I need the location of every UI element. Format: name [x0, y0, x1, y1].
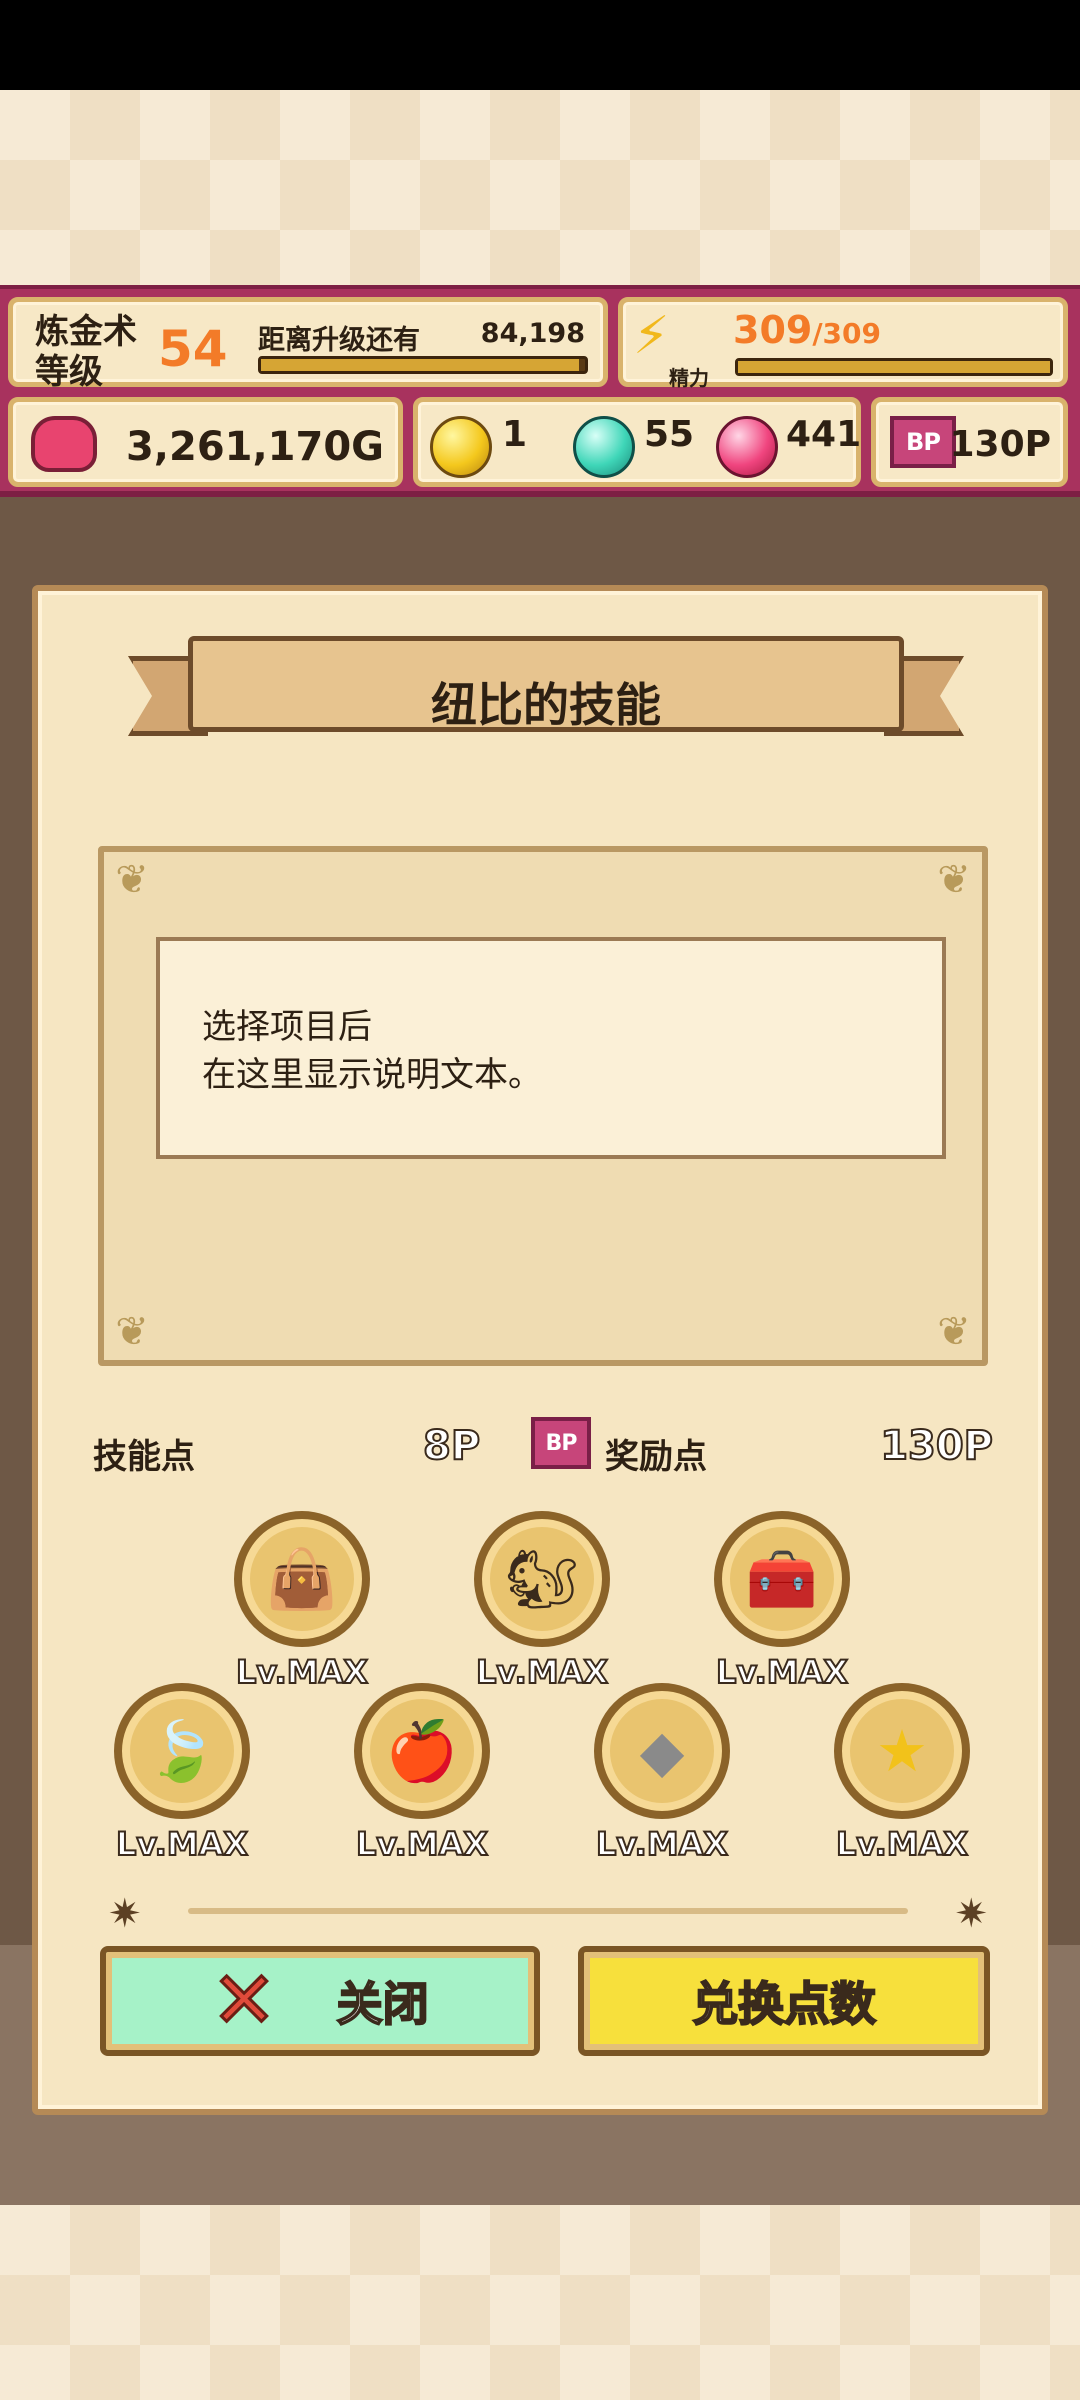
energy-max: /309	[812, 317, 882, 350]
close-icon: ✕	[210, 1955, 278, 2048]
skill-level-label: Lv.MAX	[835, 1824, 969, 1864]
divider-line	[188, 1908, 908, 1914]
points-row: 技能点 8P BP 奖励点 130P	[93, 1411, 994, 1481]
fruit-icon: 🍎	[385, 1717, 459, 1785]
skill-level-label: Lv.MAX	[595, 1824, 729, 1864]
next-level-label: 距离升级还有	[258, 325, 420, 356]
skill-treasure-chest[interactable]: 🧰	[714, 1511, 850, 1647]
exp-progress-fill	[261, 359, 579, 371]
skill-level-label: Lv.MAX	[475, 1652, 609, 1692]
description-frame: ❦ ❦ ❦ ❦ 选择项目后 在这里显示说明文本。	[98, 846, 988, 1366]
sparkle-icon: ✷	[108, 1891, 142, 1937]
yellow-gem-icon	[430, 416, 492, 478]
gems-box[interactable]: 1 55 441	[413, 397, 861, 487]
skill-star[interactable]: ★	[834, 1683, 970, 1819]
bonus-points-value: 130P	[879, 1422, 994, 1470]
alchemy-level-label: 炼金术 等级	[35, 312, 137, 392]
status-bar	[0, 0, 1080, 90]
skill-level-label: Lv.MAX	[115, 1824, 249, 1864]
next-level-value: 84,198	[480, 318, 585, 349]
exp-progress-bar	[258, 356, 588, 374]
close-button-label: 关闭	[336, 1976, 430, 2032]
skill-points-label: 技能点	[93, 1437, 195, 1477]
description-line-2: 在这里显示说明文本。	[202, 1055, 542, 1095]
gold-value: 3,261,170G	[125, 424, 384, 470]
leaf-icon: 🍃	[145, 1717, 219, 1785]
energy-value: 309/309	[733, 308, 882, 352]
leaf-ornament-icon: ❦	[937, 857, 971, 903]
pink-gem-icon	[716, 416, 778, 478]
leaf-ornament-icon: ❦	[115, 1309, 149, 1355]
exchange-button-label: 兑换点数	[691, 1976, 877, 2032]
description-paper: 选择项目后 在这里显示说明文本。	[156, 937, 946, 1159]
cyan-gem-icon	[573, 416, 635, 478]
skill-leaf[interactable]: 🍃	[114, 1683, 250, 1819]
bonus-points-label: 奖励点	[605, 1437, 707, 1477]
top-hud: 炼金术 等级 54 距离升级还有 84,198 ⚡ 精力 309/309 3,2…	[0, 285, 1080, 497]
treasure-chest-icon: 🧰	[745, 1545, 819, 1613]
leaf-ornament-icon: ❦	[115, 857, 149, 903]
background-pattern-top	[0, 90, 1080, 285]
energy-label: 精力	[669, 366, 709, 390]
gold-box[interactable]: 3,261,170G	[8, 397, 403, 487]
alchemy-level-box[interactable]: 炼金术 等级 54 距离升级还有 84,198	[8, 297, 608, 392]
skill-fruit[interactable]: 🍎	[354, 1683, 490, 1819]
energy-progress-bar	[735, 358, 1053, 376]
exchange-points-button[interactable]: 兑换点数	[578, 1946, 990, 2056]
purse-icon	[31, 416, 97, 472]
lightning-icon: ⚡	[633, 306, 670, 366]
panel-title: 纽比的技能	[431, 678, 661, 732]
skill-ore[interactable]: ◆	[594, 1683, 730, 1819]
energy-progress-fill	[738, 361, 1050, 373]
energy-box[interactable]: ⚡ 精力 309/309	[618, 297, 1068, 390]
bp-icon: BP	[531, 1417, 591, 1469]
squirrel-icon: 🐿	[505, 1545, 579, 1613]
pink-gem-count: 441	[786, 414, 862, 455]
skill-level-label: Lv.MAX	[355, 1824, 489, 1864]
skill-points-value: 8P	[422, 1422, 481, 1470]
skill-squirrel[interactable]: 🐿	[474, 1511, 610, 1647]
sparkle-icon: ✷	[954, 1891, 988, 1937]
skill-bag[interactable]: 👜	[234, 1511, 370, 1647]
bp-value: 130P	[949, 424, 1051, 465]
skills-panel: 纽比的技能 ❦ ❦ ❦ ❦ 选择项目后 在这里显示说明文本。 技能点 8P BP…	[32, 585, 1048, 2115]
description-text: 选择项目后 在这里显示说明文本。	[202, 1003, 542, 1099]
ore-icon: ◆	[639, 1717, 685, 1785]
title-banner: 纽比的技能	[128, 621, 964, 751]
bag-icon: 👜	[265, 1545, 339, 1613]
ornament-divider: ✷ ✷	[108, 1891, 988, 1937]
close-button[interactable]: ✕ 关闭	[100, 1946, 540, 2056]
bonus-points-box[interactable]: BP 130P	[871, 397, 1068, 487]
description-line-1: 选择项目后	[202, 1007, 372, 1047]
skill-level-label: Lv.MAX	[715, 1652, 849, 1692]
yellow-gem-count: 1	[502, 414, 528, 455]
star-icon: ★	[876, 1717, 928, 1785]
bp-icon: BP	[890, 416, 956, 468]
background-pattern-bottom	[0, 2205, 1080, 2400]
leaf-ornament-icon: ❦	[937, 1309, 971, 1355]
alchemy-level-value: 54	[158, 320, 228, 378]
skill-level-label: Lv.MAX	[235, 1652, 369, 1692]
cyan-gem-count: 55	[644, 414, 695, 455]
